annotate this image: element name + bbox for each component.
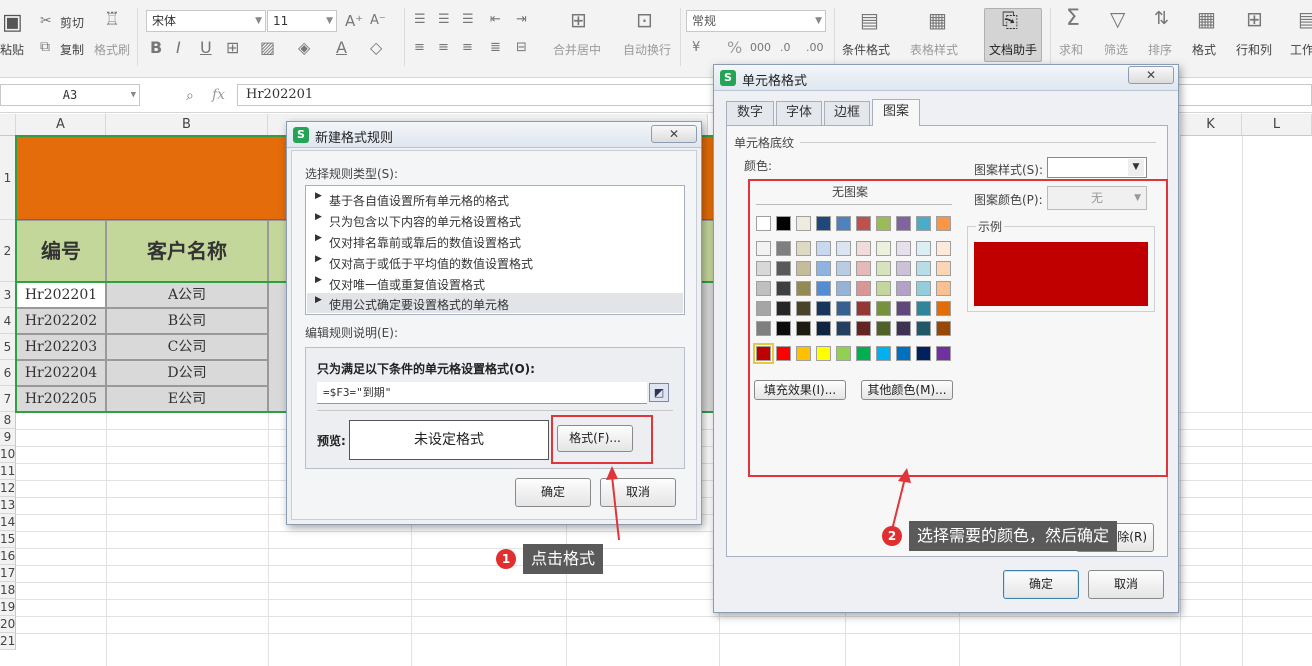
arrowhead-icon xyxy=(606,466,618,480)
step-callout-1: 点击格式 xyxy=(523,544,604,574)
step-badge-2: 2 xyxy=(882,526,902,546)
annotation-arrows xyxy=(606,466,911,541)
tab-pattern[interactable]: 图案 xyxy=(872,99,920,126)
step-badge-1: 1 xyxy=(496,549,516,569)
annotation-arrow-1 xyxy=(611,475,620,541)
step-callout-2: 选择需要的颜色，然后确定 xyxy=(909,521,1118,551)
arrowhead-icon xyxy=(898,468,911,483)
annotation-arrow-2 xyxy=(891,477,906,531)
